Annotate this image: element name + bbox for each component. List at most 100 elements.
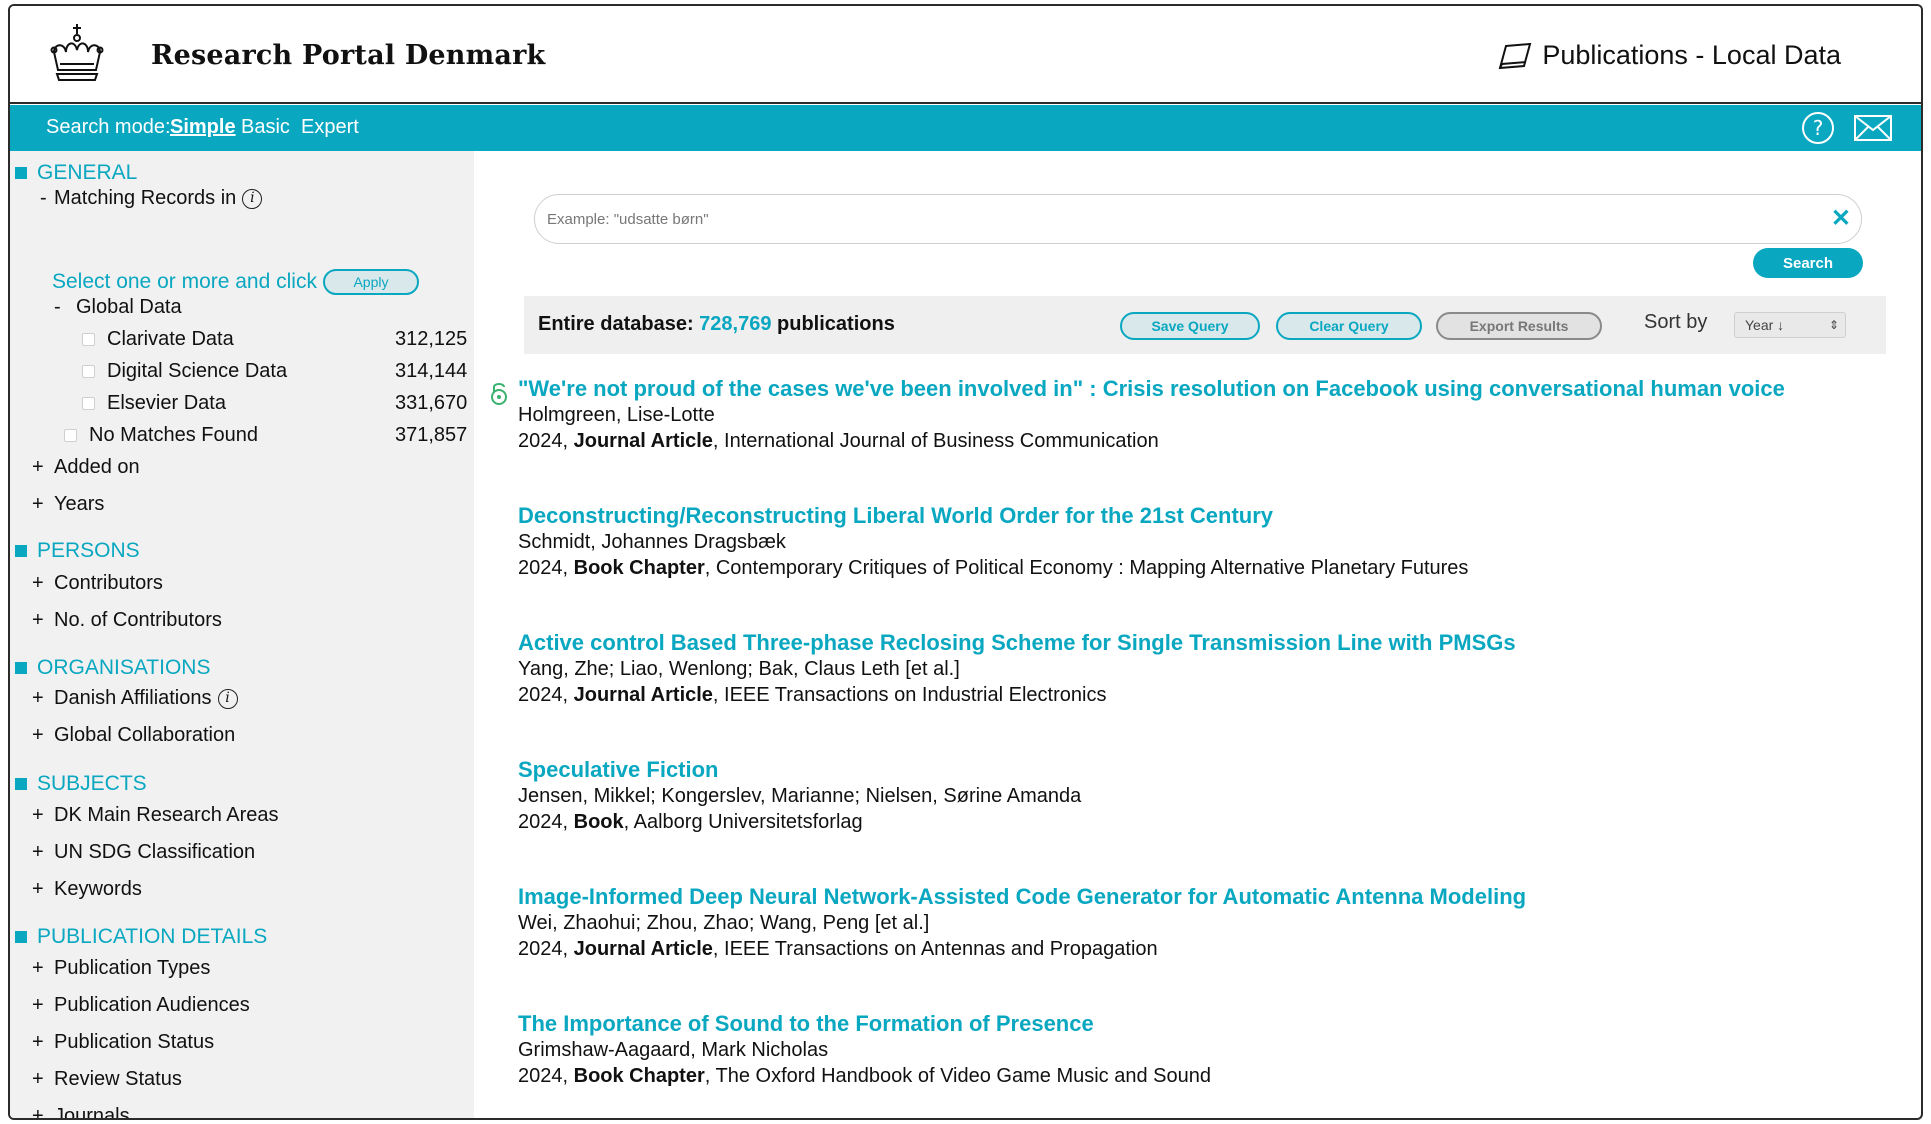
search-box: ✕ (534, 194, 1862, 244)
filter-label: No. of Contributors (54, 609, 222, 631)
filter-digital-science[interactable]: Digital Science Data (82, 360, 287, 383)
crown-logo-icon[interactable] (44, 22, 110, 88)
section-organisations[interactable]: ORGANISATIONS (15, 656, 210, 680)
filter-journals[interactable]: + Journals (32, 1105, 130, 1118)
filter-elsevier[interactable]: Elsevier Data (82, 392, 226, 415)
matching-records-toggle[interactable]: - Matching Records in i (32, 187, 263, 210)
search-input[interactable] (547, 207, 1787, 231)
mail-icon[interactable] (1853, 113, 1893, 143)
clear-search-icon[interactable]: ✕ (1831, 204, 1851, 233)
mode-basic-tab[interactable]: Basic (241, 116, 290, 139)
expand-plus-icon[interactable]: + (32, 493, 54, 516)
result-authors: Yang, Zhe; Liao, Wenlong; Bak, Claus Let… (518, 658, 960, 680)
sort-select-value: Year ↓ (1745, 317, 1785, 333)
filter-no-contributors[interactable]: + No. of Contributors (32, 609, 222, 632)
global-data-toggle[interactable]: - Global Data (54, 296, 182, 319)
expand-plus-icon[interactable]: + (32, 878, 54, 901)
svg-text:?: ? (1813, 116, 1824, 140)
section-persons[interactable]: PERSONS (15, 539, 140, 563)
save-query-button[interactable]: Save Query (1120, 312, 1260, 340)
section-marker (15, 778, 27, 790)
filter-years[interactable]: + Years (32, 493, 104, 516)
search-button[interactable]: Search (1753, 248, 1863, 278)
matching-records-label: Matching Records in (54, 187, 237, 209)
filter-contributors[interactable]: + Contributors (32, 572, 163, 595)
filter-publication-audiences[interactable]: + Publication Audiences (32, 994, 250, 1017)
filter-un-sdg[interactable]: + UN SDG Classification (32, 841, 255, 864)
expand-plus-icon[interactable]: + (32, 456, 54, 479)
filter-danish-affiliations[interactable]: + Danish Affiliations i (32, 687, 238, 710)
result-venue: , The Oxford Handbook of Video Game Musi… (704, 1065, 1211, 1087)
open-access-lock-icon (491, 383, 507, 405)
expand-plus-icon[interactable]: + (32, 841, 54, 864)
filter-dk-main-areas[interactable]: + DK Main Research Areas (32, 804, 279, 827)
result-authors: Schmidt, Johannes Dragsbæk (518, 531, 786, 553)
apply-button[interactable]: Apply (322, 269, 419, 295)
section-publication-details[interactable]: PUBLICATION DETAILS (15, 925, 267, 949)
section-subjects[interactable]: SUBJECTS (15, 772, 147, 796)
checkbox[interactable] (82, 397, 95, 410)
result-meta: 2024, Book, Aalborg Universitetsforlag (518, 809, 1081, 835)
result-year: 2024, (518, 430, 569, 452)
database-count-prefix: Entire database: (538, 313, 694, 335)
filter-added-on[interactable]: + Added on (32, 456, 140, 479)
expand-plus-icon[interactable]: + (32, 1031, 54, 1054)
result-title-link[interactable]: Speculative Fiction (518, 757, 1081, 783)
checkbox[interactable] (64, 429, 77, 442)
export-results-button[interactable]: Export Results (1436, 312, 1602, 340)
result-title-link[interactable]: Deconstructing/Reconstructing Liberal Wo… (518, 503, 1468, 529)
mode-simple-tab[interactable]: Simple (170, 116, 236, 139)
collapse-minus-icon[interactable]: - (32, 187, 54, 210)
global-data-label: Global Data (76, 296, 182, 318)
no-matches-count: 371,857 (395, 424, 468, 446)
result-authors: Grimshaw-Aagaard, Mark Nicholas (518, 1039, 829, 1061)
filter-keywords[interactable]: + Keywords (32, 878, 142, 901)
section-publication-details-label: PUBLICATION DETAILS (37, 925, 268, 948)
clear-query-button[interactable]: Clear Query (1276, 312, 1422, 340)
brand-title[interactable]: Research Portal Denmark (151, 40, 545, 71)
section-marker (15, 931, 27, 943)
filter-publication-status[interactable]: + Publication Status (32, 1031, 214, 1054)
expand-plus-icon[interactable]: + (32, 957, 54, 980)
expand-plus-icon[interactable]: + (32, 804, 54, 827)
result-item: The Importance of Sound to the Formation… (518, 1011, 1211, 1089)
filter-label: Contributors (54, 572, 163, 594)
result-title-link[interactable]: Active control Based Three-phase Reclosi… (518, 630, 1516, 656)
result-type: Journal Article (573, 430, 713, 452)
expand-plus-icon[interactable]: + (32, 1105, 54, 1118)
search-mode-bar: Search mode: Simple Basic Expert ? (10, 105, 1921, 151)
expand-plus-icon[interactable]: + (32, 994, 54, 1017)
section-title: Publications - Local Data (1498, 40, 1841, 71)
site-header: Research Portal Denmark Publications - L… (10, 6, 1921, 104)
result-type: Book Chapter (573, 1065, 705, 1087)
filter-global-collaboration[interactable]: + Global Collaboration (32, 724, 235, 747)
expand-plus-icon[interactable]: + (32, 1068, 54, 1091)
search-mode-label: Search mode: (46, 116, 171, 138)
sort-select[interactable]: Year ↓ ⇕ (1734, 312, 1846, 338)
expand-plus-icon[interactable]: + (32, 687, 54, 710)
expand-plus-icon[interactable]: + (32, 724, 54, 747)
info-icon[interactable]: i (242, 188, 263, 209)
result-title-link[interactable]: The Importance of Sound to the Formation… (518, 1011, 1211, 1037)
expand-plus-icon[interactable]: + (32, 609, 54, 632)
source-count: 331,670 (395, 392, 468, 414)
collapse-minus-icon[interactable]: - (54, 296, 76, 319)
help-icon[interactable]: ? (1801, 111, 1835, 145)
filter-review-status[interactable]: + Review Status (32, 1068, 182, 1091)
checkbox[interactable] (82, 365, 95, 378)
info-icon[interactable]: i (217, 688, 238, 709)
filter-clarivate[interactable]: Clarivate Data (82, 328, 234, 351)
mode-expert-tab[interactable]: Expert (301, 116, 359, 139)
checkbox[interactable] (82, 333, 95, 346)
expand-plus-icon[interactable]: + (32, 572, 54, 595)
filter-publication-types[interactable]: + Publication Types (32, 957, 210, 980)
result-title-link[interactable]: Image-Informed Deep Neural Network-Assis… (518, 884, 1526, 910)
result-type: Book (573, 811, 624, 833)
result-meta: 2024, Journal Article, IEEE Transactions… (518, 682, 1516, 708)
section-organisations-label: ORGANISATIONS (37, 656, 211, 679)
result-title-link[interactable]: "We're not proud of the cases we've been… (518, 376, 1785, 402)
section-general[interactable]: GENERAL (15, 161, 137, 185)
result-year: 2024, (518, 938, 569, 960)
filter-no-matches[interactable]: No Matches Found (64, 424, 258, 447)
filter-sidebar: GENERAL - Matching Records in i Select o… (10, 151, 474, 1118)
